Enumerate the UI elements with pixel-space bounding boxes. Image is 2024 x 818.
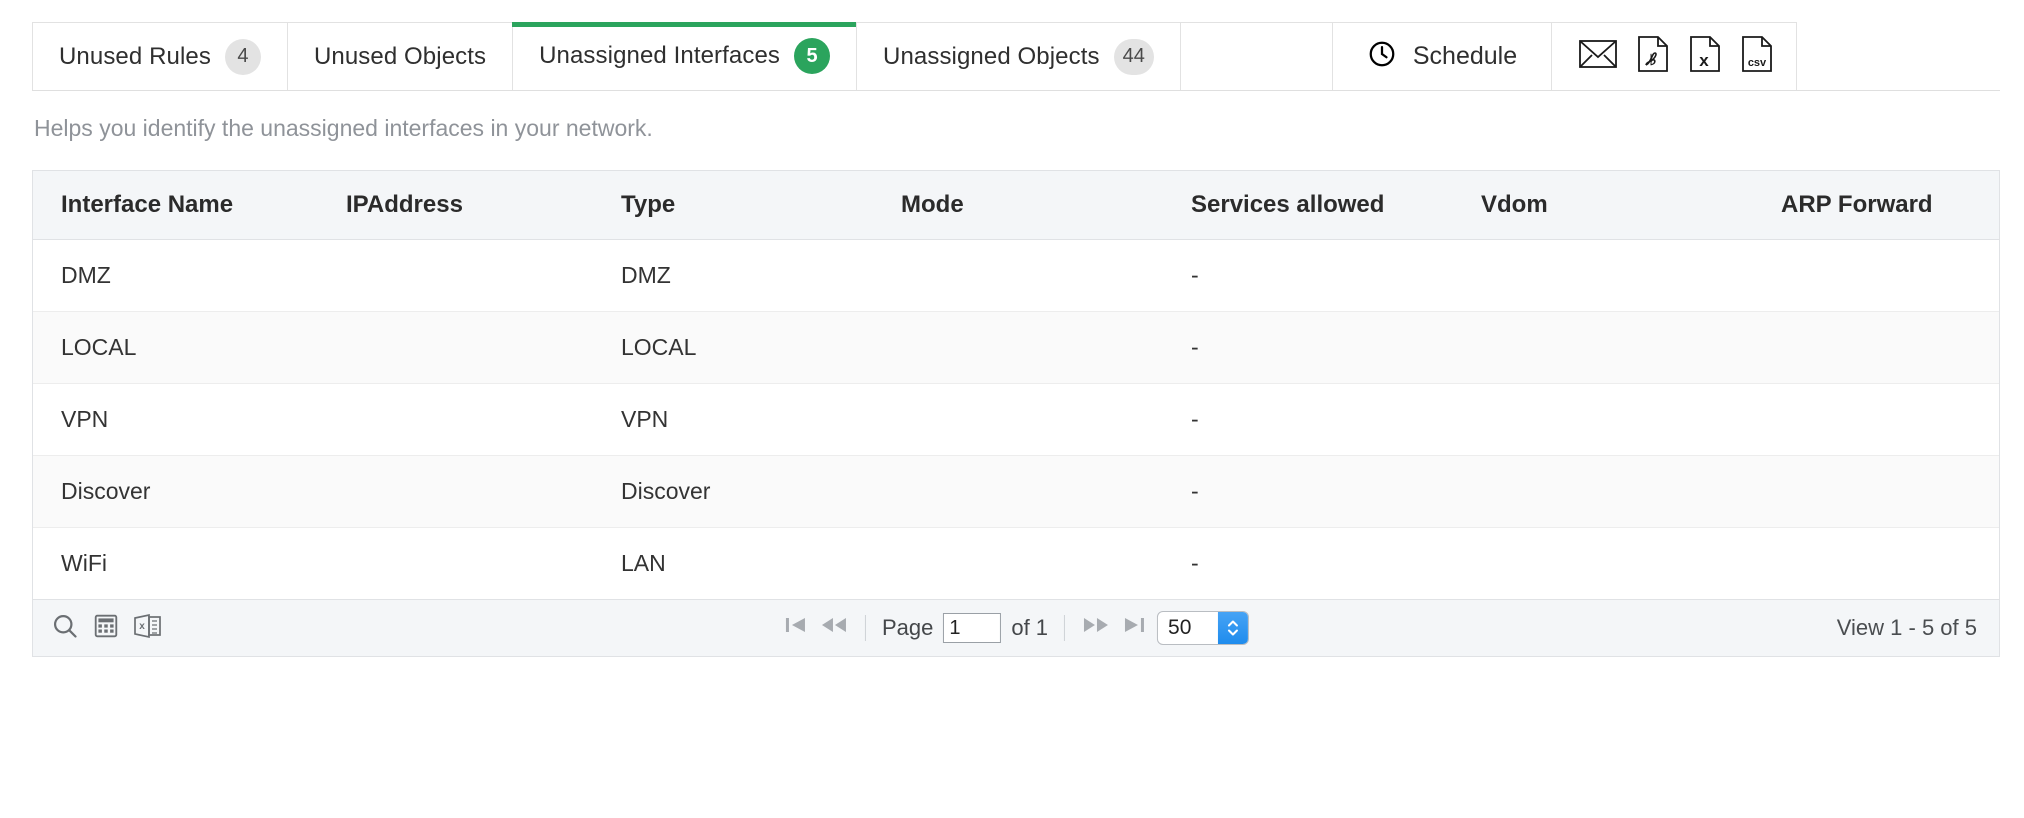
excel-export-icon[interactable]: x [1688,35,1722,78]
tab-bar-spacer [1180,22,1332,90]
page-label: Page [882,615,933,641]
tab-label: Unassigned Objects [883,43,1100,71]
cell-services-allowed: - [1191,312,1481,384]
cell-type: VPN [621,384,901,456]
column-header-type[interactable]: Type [621,171,901,240]
page-number-input[interactable] [943,613,1001,643]
tab-count-badge: 4 [225,39,261,75]
tab-label: Unused Objects [314,43,486,71]
tab-label: Unused Rules [59,43,211,71]
table-row[interactable]: Discover Discover - [33,456,1999,528]
page-description: Helps you identify the unassigned interf… [34,115,2024,142]
svg-text:csv: csv [1748,57,1767,69]
column-header-services-allowed[interactable]: Services allowed [1191,171,1481,240]
tab-count-badge: 44 [1114,39,1154,75]
table-row[interactable]: DMZ DMZ - [33,240,1999,312]
cell-ipaddress [346,240,621,312]
unassigned-interfaces-table: Interface Name IPAddress Type Mode Servi… [32,170,2000,657]
tab-unassigned-interfaces[interactable]: Unassigned Interfaces 5 [512,22,856,90]
column-header-interface-name[interactable]: Interface Name [33,171,346,240]
schedule-button[interactable]: Schedule [1332,22,1551,90]
cell-interface-name: VPN [33,384,346,456]
cell-vdom [1481,312,1781,384]
table-row[interactable]: LOCAL LOCAL - [33,312,1999,384]
cell-type: LOCAL [621,312,901,384]
cell-services-allowed: - [1191,456,1481,528]
cell-ipaddress [346,456,621,528]
first-page-icon[interactable] [783,614,809,642]
table-header-row: Interface Name IPAddress Type Mode Servi… [33,171,1999,240]
cell-arp-forward [1781,240,1999,312]
cell-mode [901,456,1191,528]
csv-export-icon[interactable]: csv [1740,35,1774,78]
previous-page-icon[interactable] [819,614,849,642]
cell-arp-forward [1781,528,1999,600]
pagination-controls: Page of 1 50 [783,611,1249,645]
cell-vdom [1481,384,1781,456]
grid-view-icon[interactable] [93,613,119,644]
excel-export-icon[interactable]: x [133,613,163,644]
cell-vdom [1481,240,1781,312]
cell-arp-forward [1781,384,1999,456]
table-row[interactable]: VPN VPN - [33,384,1999,456]
cell-interface-name: DMZ [33,240,346,312]
column-header-mode[interactable]: Mode [901,171,1191,240]
tab-label: Unassigned Interfaces [539,42,780,70]
cell-services-allowed: - [1191,528,1481,600]
table-footer: x Page of 1 [33,599,1999,656]
cell-vdom [1481,528,1781,600]
cell-type: Discover [621,456,901,528]
cell-services-allowed: - [1191,384,1481,456]
schedule-label: Schedule [1413,42,1517,71]
page-size-stepper[interactable]: 50 [1157,611,1249,645]
page-total-label: of 1 [1011,615,1048,641]
clock-icon [1367,39,1397,74]
pdf-export-icon[interactable]: ♭ [1636,35,1670,78]
cell-interface-name: Discover [33,456,346,528]
cell-mode [901,312,1191,384]
cell-type: DMZ [621,240,901,312]
stepper-arrows-icon[interactable] [1218,612,1248,644]
column-header-vdom[interactable]: Vdom [1481,171,1781,240]
view-count-label: View 1 - 5 of 5 [1837,615,1977,641]
cell-vdom [1481,456,1781,528]
cell-ipaddress [346,528,621,600]
pager-divider [1064,615,1065,641]
cell-services-allowed: - [1191,240,1481,312]
footer-tool-icons: x [51,612,163,645]
export-actions: ♭ x csv [1551,22,1797,90]
table-row[interactable]: WiFi LAN - [33,528,1999,600]
cell-mode [901,528,1191,600]
svg-text:x: x [139,621,145,632]
cell-type: LAN [621,528,901,600]
cell-ipaddress [346,312,621,384]
tab-count-badge: 5 [794,38,830,74]
cell-arp-forward [1781,456,1999,528]
cell-ipaddress [346,384,621,456]
cell-mode [901,384,1191,456]
search-icon[interactable] [51,612,79,645]
tab-unused-objects[interactable]: Unused Objects [287,22,512,90]
tab-unassigned-objects[interactable]: Unassigned Objects 44 [856,22,1180,90]
cell-arp-forward [1781,312,1999,384]
column-header-ipaddress[interactable]: IPAddress [346,171,621,240]
tab-bar: Unused Rules 4 Unused Objects Unassigned… [32,22,2000,91]
cell-interface-name: WiFi [33,528,346,600]
tab-unused-rules[interactable]: Unused Rules 4 [32,22,287,90]
email-export-icon[interactable] [1578,37,1618,76]
page-size-value: 50 [1158,612,1218,644]
cell-interface-name: LOCAL [33,312,346,384]
pager-divider [865,615,866,641]
column-header-arp-forward[interactable]: ARP Forward [1781,171,1999,240]
last-page-icon[interactable] [1121,614,1147,642]
cell-mode [901,240,1191,312]
next-page-icon[interactable] [1081,614,1111,642]
svg-text:x: x [1699,51,1709,70]
